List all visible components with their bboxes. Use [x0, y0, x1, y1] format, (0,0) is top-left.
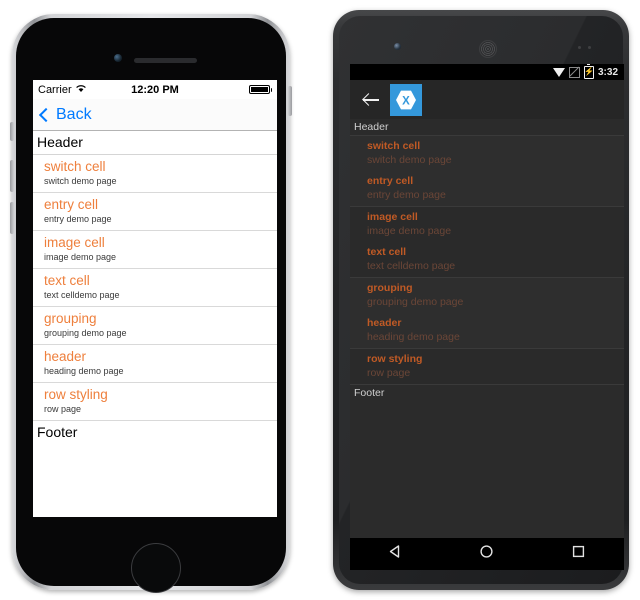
list-group: grouping grouping demo page header heading …: [350, 278, 624, 348]
list-group: switch cell switch demo page entry cell ent…: [350, 136, 624, 206]
list-item-title: grouping: [367, 282, 413, 294]
earpiece-speaker: [134, 58, 197, 63]
list-item-subtitle: row page: [367, 367, 411, 379]
nav-back-icon[interactable]: [387, 543, 404, 565]
list-item-title: entry cell: [44, 197, 99, 212]
android-list-view[interactable]: Header switch cell switch demo page entry …: [350, 119, 624, 401]
android-rows-container: switch cell switch demo page entry cell ent…: [350, 136, 624, 384]
front-camera-icon: [394, 43, 401, 50]
list-item-title: switch cell: [44, 159, 106, 174]
list-item[interactable]: row styling row page: [33, 383, 277, 421]
xamarin-logo-icon: X: [390, 83, 422, 116]
list-item[interactable]: switch cell switch demo page: [350, 136, 624, 171]
list-item-subtitle: row page: [44, 404, 82, 414]
front-camera-icon: [114, 54, 122, 62]
list-item-subtitle: switch demo page: [367, 154, 452, 166]
mute-switch[interactable]: [10, 122, 14, 141]
list-item[interactable]: text cell text celldemo page: [350, 242, 624, 277]
list-item[interactable]: header heading demo page: [33, 345, 277, 383]
list-footer: Footer: [33, 421, 277, 444]
list-item-subtitle: heading demo page: [44, 366, 124, 376]
list-item[interactable]: row styling row page: [350, 349, 624, 384]
list-item[interactable]: image cell image demo page: [33, 231, 277, 269]
list-item-subtitle: image demo page: [367, 225, 452, 237]
proximity-sensor: [578, 46, 581, 49]
list-item[interactable]: grouping grouping demo page: [350, 278, 624, 313]
ios-clock: 12:20 PM: [131, 83, 179, 96]
list-header: Header: [33, 131, 277, 155]
list-item-title: switch cell: [367, 140, 421, 152]
back-button[interactable]: Back: [38, 105, 92, 124]
list-item-subtitle: switch demo page: [44, 176, 117, 186]
ios-list-view[interactable]: Header switch cell switch demo page entry …: [33, 131, 277, 444]
list-item-title: header: [44, 349, 87, 364]
list-group: row styling row page: [350, 349, 624, 384]
ios-navigation-bar: Back: [33, 99, 277, 131]
svg-text:X: X: [402, 95, 410, 107]
iphone-body: Carrier 12:20 PM Back Header switch cell…: [16, 18, 286, 593]
android-glass: ⚡ 3:32 X Header switch cell switch demo …: [339, 16, 624, 584]
android-clock: 3:32: [597, 66, 618, 78]
list-item-subtitle: image demo page: [44, 252, 117, 262]
android-status-bar: ⚡ 3:32: [350, 64, 624, 80]
list-item-subtitle: text celldemo page: [44, 290, 120, 300]
ios-status-bar: Carrier 12:20 PM: [33, 80, 277, 99]
power-button[interactable]: [288, 86, 292, 116]
list-item-title: grouping: [44, 311, 97, 326]
list-item-title: header: [367, 317, 402, 329]
home-button[interactable]: [131, 543, 181, 593]
iphone-screen: Carrier 12:20 PM Back Header switch cell…: [33, 80, 277, 517]
list-item-title: image cell: [44, 235, 105, 250]
list-item[interactable]: image cell image demo page: [350, 207, 624, 242]
list-item-title: row styling: [367, 353, 423, 365]
list-item[interactable]: text cell text celldemo page: [33, 269, 277, 307]
light-sensor: [588, 46, 591, 49]
volume-down-button[interactable]: [10, 202, 14, 234]
list-item[interactable]: entry cell entry demo page: [33, 193, 277, 231]
list-item-title: image cell: [367, 211, 418, 223]
list-footer: Footer: [350, 384, 624, 401]
list-item[interactable]: entry cell entry demo page: [350, 171, 624, 206]
back-button-label: Back: [56, 105, 92, 123]
back-arrow-icon[interactable]: [363, 91, 380, 108]
android-screen: ⚡ 3:32 X Header switch cell switch demo …: [350, 64, 624, 542]
iphone-device: Carrier 12:20 PM Back Header switch cell…: [10, 14, 292, 593]
wifi-icon: [552, 67, 565, 77]
list-item-title: entry cell: [367, 175, 414, 187]
charging-bolt-glyph: ⚡: [584, 67, 594, 76]
volume-up-button[interactable]: [10, 160, 14, 192]
nav-recents-icon[interactable]: [570, 543, 587, 565]
list-item-title: row styling: [44, 387, 108, 402]
battery-charging-icon: ⚡: [583, 64, 594, 79]
android-action-bar: X: [350, 80, 624, 119]
list-item-subtitle: grouping demo page: [367, 296, 464, 308]
list-item-subtitle: entry demo page: [44, 214, 112, 224]
list-group: image cell image demo page text cell text c…: [350, 207, 624, 277]
list-item[interactable]: switch cell switch demo page: [33, 155, 277, 193]
list-item-subtitle: grouping demo page: [44, 328, 127, 338]
list-item-title: text cell: [44, 273, 90, 288]
list-item-subtitle: text celldemo page: [367, 260, 456, 272]
chevron-left-icon: [38, 107, 54, 122]
android-device: ⚡ 3:32 X Header switch cell switch demo …: [333, 10, 629, 590]
nav-home-icon[interactable]: [478, 543, 495, 565]
list-item-title: text cell: [367, 246, 407, 258]
list-item[interactable]: header heading demo page: [350, 313, 624, 348]
list-item-subtitle: entry demo page: [367, 189, 446, 201]
earpiece-speaker: [479, 40, 497, 58]
list-item-subtitle: heading demo page: [367, 331, 460, 343]
android-body: ⚡ 3:32 X Header switch cell switch demo …: [333, 10, 629, 590]
list-item[interactable]: grouping grouping demo page: [33, 307, 277, 345]
ios-rows-container: switch cell switch demo page entry cell ent…: [33, 155, 277, 421]
signal-off-icon: [568, 66, 580, 78]
android-navigation-bar: [350, 538, 624, 570]
list-header: Header: [350, 119, 624, 136]
